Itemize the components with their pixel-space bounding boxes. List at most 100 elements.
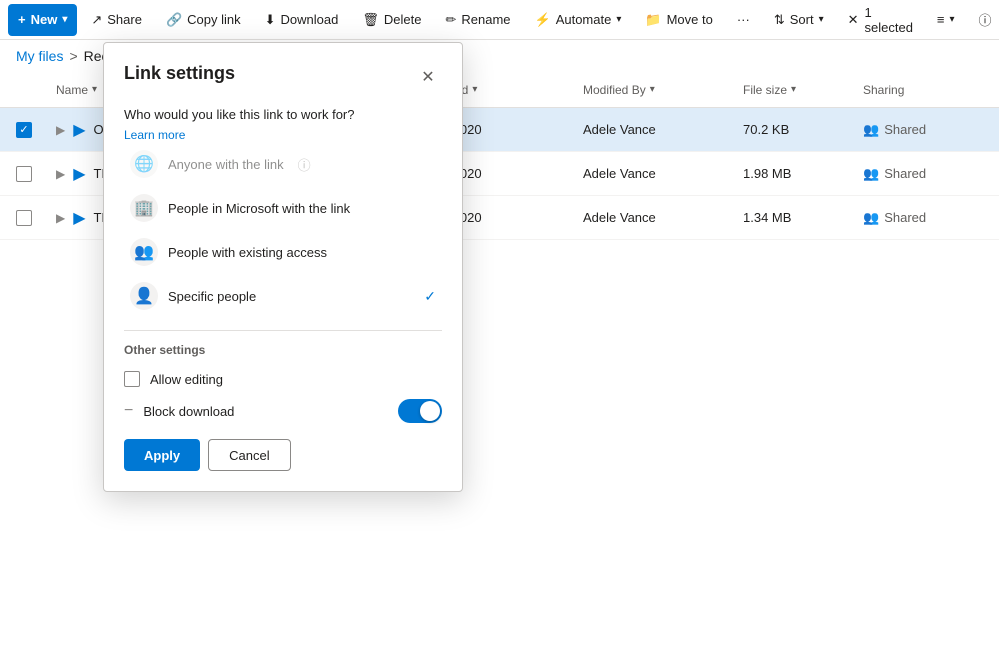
move-to-label: Move to bbox=[667, 12, 713, 27]
link-option-specific[interactable]: 👤 Specific people ✓ bbox=[124, 274, 442, 318]
move-to-button[interactable]: 📁 Move to bbox=[635, 4, 722, 36]
allow-editing-label: Allow editing bbox=[150, 372, 223, 387]
block-download-icon: − bbox=[124, 402, 133, 420]
apply-button[interactable]: Apply bbox=[124, 439, 200, 471]
delete-button[interactable]: 🗑 Delete bbox=[352, 4, 431, 36]
copy-link-icon: 🔗 bbox=[166, 12, 182, 28]
microsoft-icon: 🏢 bbox=[130, 194, 158, 222]
row1-sharing-label: Shared bbox=[884, 122, 926, 137]
block-download-row: − Block download bbox=[124, 399, 442, 423]
rename-icon: ✏ bbox=[445, 12, 456, 28]
info-button[interactable]: ⓘ bbox=[969, 4, 999, 36]
delete-label: Delete bbox=[384, 12, 422, 27]
rename-button[interactable]: ✏ Rename bbox=[435, 4, 520, 36]
more-button[interactable]: ··· bbox=[727, 4, 760, 36]
toolbar: + New ▾ ↗ Share 🔗 Copy link ⬇ Download 🗑… bbox=[0, 0, 999, 40]
modal-title: Link settings bbox=[124, 63, 235, 84]
breadcrumb-separator: > bbox=[69, 48, 77, 64]
breadcrumb-my-files[interactable]: My files bbox=[16, 48, 63, 64]
anyone-info-icon: ⓘ bbox=[298, 155, 311, 174]
row3-file-size: 1.34 MB bbox=[743, 210, 863, 225]
selected-badge: ✕ 1 selected bbox=[838, 4, 923, 36]
row3-expand-icon: ▶ bbox=[56, 211, 65, 225]
block-download-label: Block download bbox=[143, 404, 388, 419]
row1-modified-by: Adele Vance bbox=[583, 122, 743, 137]
row2-sharing-icon: 👥 bbox=[863, 166, 879, 182]
row2-checkbox-cell bbox=[16, 166, 56, 182]
share-button[interactable]: ↗ Share bbox=[81, 4, 152, 36]
download-button[interactable]: ⬇ Download bbox=[255, 4, 349, 36]
row3-sharing: 👥 Shared bbox=[863, 210, 983, 226]
copy-link-button[interactable]: 🔗 Copy link bbox=[156, 4, 251, 36]
move-to-icon: 📁 bbox=[645, 12, 661, 28]
row2-checkbox[interactable] bbox=[16, 166, 32, 182]
sort-dropdown-arrow: ▾ bbox=[819, 14, 824, 25]
anyone-label: Anyone with the link bbox=[168, 157, 284, 172]
row1-checkbox-cell: ✓ bbox=[16, 122, 56, 138]
toggle-knob bbox=[420, 401, 440, 421]
share-label: Share bbox=[107, 12, 142, 27]
row3-checkbox[interactable] bbox=[16, 210, 32, 226]
close-selection-icon[interactable]: ✕ bbox=[848, 12, 859, 28]
automate-dropdown-arrow: ▾ bbox=[616, 14, 621, 25]
row1-checkbox[interactable]: ✓ bbox=[16, 122, 32, 138]
toolbar-right: ⇅ Sort ▾ ✕ 1 selected ≡ ▾ ⓘ bbox=[764, 4, 999, 36]
learn-more-link[interactable]: Learn more bbox=[124, 128, 185, 142]
modal-close-button[interactable]: ✕ bbox=[414, 63, 442, 91]
automate-label: Automate bbox=[556, 12, 612, 27]
row1-sharing: 👥 Shared bbox=[863, 122, 983, 138]
row3-checkbox-cell bbox=[16, 210, 56, 226]
modified-by-sort-icon: ▾ bbox=[650, 84, 655, 95]
row1-check-mark: ✓ bbox=[19, 123, 28, 136]
delete-icon: 🗑 bbox=[362, 12, 379, 28]
link-option-existing[interactable]: 👥 People with existing access bbox=[124, 230, 442, 274]
row2-sharing-label: Shared bbox=[884, 166, 926, 181]
info-icon: ⓘ bbox=[979, 10, 992, 29]
existing-icon: 👥 bbox=[130, 238, 158, 266]
view-options-icon: ≡ bbox=[937, 12, 945, 27]
copy-link-label: Copy link bbox=[187, 12, 240, 27]
download-icon: ⬇ bbox=[265, 12, 276, 28]
anyone-icon: 🌐 bbox=[130, 150, 158, 178]
link-settings-modal: Link settings ✕ Who would you like this … bbox=[103, 42, 463, 492]
automate-button[interactable]: ⚡ Automate ▾ bbox=[525, 4, 632, 36]
row1-sharing-icon: 👥 bbox=[863, 122, 879, 138]
close-icon: ✕ bbox=[421, 67, 434, 87]
sort-button[interactable]: ⇅ Sort ▾ bbox=[764, 4, 834, 36]
row1-file-icon: ▶ bbox=[73, 120, 85, 140]
specific-icon: 👤 bbox=[130, 282, 158, 310]
header-file-size-col[interactable]: File size ▾ bbox=[743, 83, 863, 97]
allow-editing-checkbox[interactable] bbox=[124, 371, 140, 387]
row2-file-icon: ▶ bbox=[73, 164, 85, 184]
name-sort-icon: ▾ bbox=[92, 84, 97, 95]
selected-count: 1 selected bbox=[865, 5, 913, 35]
file-size-sort-icon: ▾ bbox=[791, 84, 796, 95]
existing-label: People with existing access bbox=[168, 245, 327, 260]
new-button[interactable]: + New ▾ bbox=[8, 4, 77, 36]
block-download-toggle[interactable] bbox=[398, 399, 442, 423]
plus-icon: + bbox=[18, 12, 26, 27]
other-settings-title: Other settings bbox=[124, 343, 442, 357]
link-option-anyone[interactable]: 🌐 Anyone with the link ⓘ bbox=[124, 142, 442, 186]
rename-label: Rename bbox=[461, 12, 510, 27]
view-dropdown-arrow: ▾ bbox=[950, 14, 955, 25]
modal-header: Link settings ✕ bbox=[124, 63, 442, 91]
specific-label: Specific people bbox=[168, 289, 256, 304]
header-modified-by-col[interactable]: Modified By ▾ bbox=[583, 83, 743, 97]
cancel-button[interactable]: Cancel bbox=[208, 439, 290, 471]
download-label: Download bbox=[281, 12, 339, 27]
row2-file-size: 1.98 MB bbox=[743, 166, 863, 181]
sort-icon: ⇅ bbox=[774, 12, 785, 28]
row1-file-size: 70.2 KB bbox=[743, 122, 863, 137]
row2-expand-icon: ▶ bbox=[56, 167, 65, 181]
row1-expand-icon: ▶ bbox=[56, 123, 65, 137]
microsoft-label: People in Microsoft with the link bbox=[168, 201, 350, 216]
row3-sharing-label: Shared bbox=[884, 210, 926, 225]
view-options-button[interactable]: ≡ ▾ bbox=[927, 4, 965, 36]
more-icon: ··· bbox=[737, 12, 750, 27]
share-icon: ↗ bbox=[91, 12, 102, 28]
link-option-microsoft[interactable]: 🏢 People in Microsoft with the link bbox=[124, 186, 442, 230]
specific-check-icon: ✓ bbox=[424, 288, 436, 305]
new-dropdown-arrow: ▾ bbox=[62, 14, 67, 25]
automate-icon: ⚡ bbox=[535, 12, 551, 28]
